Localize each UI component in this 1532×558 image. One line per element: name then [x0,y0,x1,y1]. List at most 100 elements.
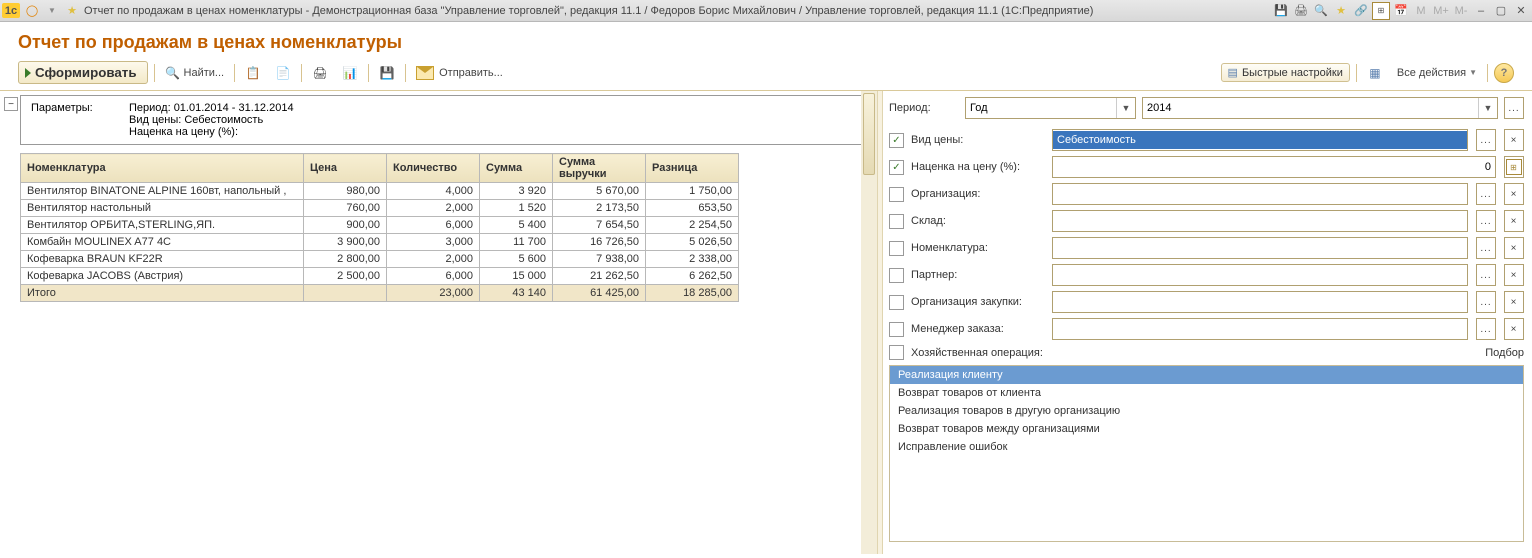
period-value-input[interactable] [1143,99,1478,117]
send-button[interactable]: Отправить... [412,64,507,82]
expand-icon[interactable]: 📋 [241,63,265,83]
nomen-select[interactable] [1052,237,1468,259]
period-type-input[interactable] [966,99,1116,117]
partner-checkbox[interactable] [889,268,904,283]
price-type-clear-button[interactable]: × [1504,129,1524,151]
m-plus-icon[interactable]: M+ [1432,3,1450,19]
warehouse-checkbox[interactable] [889,214,904,229]
table-cell: 2,000 [387,200,480,217]
period-more-button[interactable]: ... [1504,97,1524,119]
operations-list[interactable]: Реализация клиентуВозврат товаров от кли… [889,365,1524,542]
table-total-row: Итого23,00043 14061 425,0018 285,00 [21,285,739,302]
chart-icon[interactable]: 📊 [338,63,362,83]
org-checkbox[interactable] [889,187,904,202]
warehouse-input[interactable] [1053,212,1467,230]
favorite-icon[interactable]: ★ [64,3,80,19]
org-clear-button[interactable]: × [1504,183,1524,205]
nomen-checkbox[interactable] [889,241,904,256]
table-cell: 2 800,00 [304,251,387,268]
collapse-icon[interactable]: 📄 [271,63,295,83]
all-actions-button[interactable]: Все действия ▼ [1393,65,1481,81]
price-type-more-button[interactable]: ... [1476,129,1496,151]
purchase-org-checkbox[interactable] [889,295,904,310]
table-cell: 2 173,50 [553,200,646,217]
dropdown-icon[interactable]: ▼ [44,3,60,19]
separator [368,64,369,82]
operation-item[interactable]: Исправление ошибок [890,438,1523,456]
period-value-select[interactable]: ▼ [1142,97,1498,119]
chevron-down-icon[interactable]: ▼ [1478,98,1497,118]
nomen-more-button[interactable]: ... [1476,237,1496,259]
purchase-org-select[interactable] [1052,291,1468,313]
org-label: Организация: [911,188,980,200]
order-mgr-more-button[interactable]: ... [1476,318,1496,340]
table-cell: 760,00 [304,200,387,217]
order-mgr-clear-button[interactable]: × [1504,318,1524,340]
calc-icon[interactable]: ⊞ [1372,3,1390,19]
save-report-icon[interactable]: 💾 [375,63,399,83]
table-cell: 16 726,50 [553,234,646,251]
price-type-checkbox[interactable]: ✓ [889,133,904,148]
price-type-select[interactable] [1052,129,1468,151]
nomen-input[interactable] [1053,239,1467,257]
partner-clear-button[interactable]: × [1504,264,1524,286]
report-table: НоменклатураЦенаКоличествоСуммаСуммавыру… [20,153,739,302]
warehouse-clear-button[interactable]: × [1504,210,1524,232]
table-header: Разница [646,154,739,183]
purchase-org-input[interactable] [1053,293,1467,311]
find-button[interactable]: 🔍 Найти... [161,63,229,83]
partner-more-button[interactable]: ... [1476,264,1496,286]
save-icon[interactable]: 💾 [1272,3,1290,19]
operation-item[interactable]: Реализация клиенту [890,366,1523,384]
star-add-icon[interactable]: ★ [1332,3,1350,19]
markup-calc-button[interactable]: ⊞ [1504,156,1524,178]
partner-input[interactable] [1053,266,1467,284]
help-button[interactable]: ? [1494,63,1514,83]
vertical-scrollbar[interactable] [861,91,877,554]
generate-button[interactable]: Сформировать [18,61,148,84]
purchase-org-more-button[interactable]: ... [1476,291,1496,313]
quick-settings-button[interactable]: ▤ Быстрые настройки [1221,63,1350,82]
nomen-clear-button[interactable]: × [1504,237,1524,259]
operation-item[interactable]: Реализация товаров в другую организацию [890,402,1523,420]
operation-item[interactable]: Возврат товаров от клиента [890,384,1523,402]
warehouse-select[interactable] [1052,210,1468,232]
order-mgr-input[interactable] [1053,320,1467,338]
maximize-icon[interactable]: ▢ [1492,3,1510,19]
table-cell: 21 262,50 [553,268,646,285]
partner-select[interactable] [1052,264,1468,286]
calendar-icon[interactable]: 📅 [1392,3,1410,19]
close-icon[interactable]: ✕ [1512,3,1530,19]
play-icon [25,68,31,78]
m-minus-icon[interactable]: M- [1452,3,1470,19]
markup-checkbox[interactable]: ✓ [889,160,904,175]
preview-icon[interactable]: 🔍 [1312,3,1330,19]
price-type-input[interactable] [1053,131,1467,149]
chevron-down-icon[interactable]: ▼ [1116,98,1135,118]
order-mgr-checkbox[interactable] [889,322,904,337]
org-input[interactable] [1053,185,1467,203]
markup-input[interactable] [1053,158,1495,176]
business-op-checkbox[interactable] [889,345,904,360]
table-row: Вентилятор настольный760,002,0001 5202 1… [21,200,739,217]
podbor-link[interactable]: Подбор [1485,347,1524,359]
order-mgr-select[interactable] [1052,318,1468,340]
collapse-outline-icon[interactable]: − [4,97,18,111]
m-icon[interactable]: M [1412,3,1430,19]
partner-label: Партнер: [911,269,957,281]
minimize-icon[interactable]: – [1472,3,1490,19]
markup-input-wrap[interactable] [1052,156,1496,178]
print-icon[interactable]: 🖨 [1292,3,1310,19]
separator [405,64,406,82]
link-icon[interactable]: 🔗 [1352,3,1370,19]
period-type-select[interactable]: ▼ [965,97,1136,119]
operation-item[interactable]: Возврат товаров между организациями [890,420,1523,438]
purchase-org-clear-button[interactable]: × [1504,291,1524,313]
org-select[interactable] [1052,183,1468,205]
settings-list-icon[interactable]: ▦ [1363,63,1387,83]
org-more-button[interactable]: ... [1476,183,1496,205]
print-icon[interactable]: 🖨 [308,63,332,83]
warehouse-more-button[interactable]: ... [1476,210,1496,232]
separator [154,64,155,82]
back-icon[interactable]: ◯ [24,3,40,19]
